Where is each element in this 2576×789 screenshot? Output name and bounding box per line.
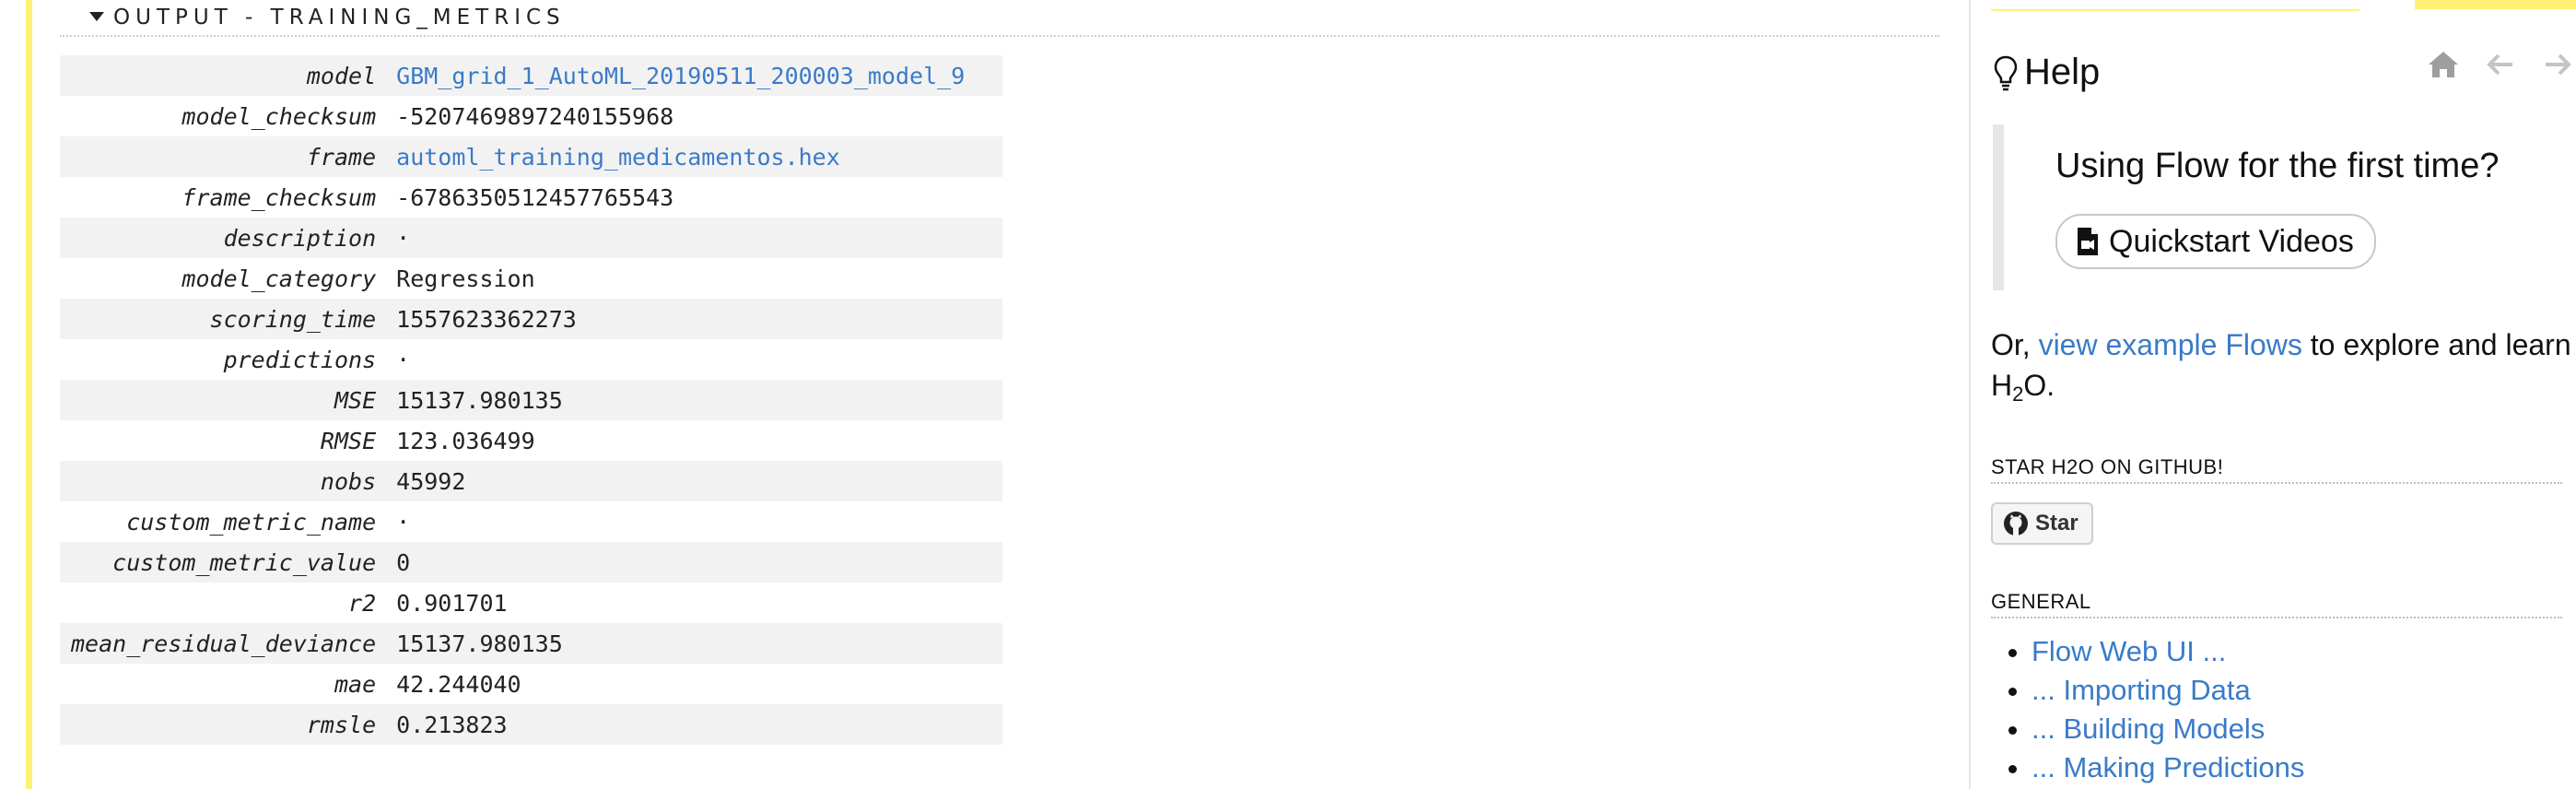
- metric-row: RMSE 123.036499: [60, 420, 1002, 461]
- para-prefix: Or,: [1991, 328, 2039, 361]
- metric-key: model: [60, 55, 397, 96]
- metric-key: mae: [334, 670, 377, 698]
- star-label: Star: [2035, 511, 2078, 536]
- general-link[interactable]: ... Making Predictions: [2032, 751, 2304, 783]
- metric-row: mean_residual_deviance 15137.980135: [60, 623, 1003, 664]
- view-example-flows-link[interactable]: view example Flows: [2039, 328, 2302, 361]
- metric-value: Regression: [396, 265, 535, 292]
- metric-key: scoring_time: [60, 299, 397, 339]
- metric-key: description: [60, 218, 397, 258]
- help-nav: [2425, 46, 2576, 83]
- help-panel: Help Using Flow for the first time? Quic…: [1971, 0, 2576, 789]
- metric-value: 45992: [396, 461, 1003, 501]
- file-video-icon: [2078, 228, 2098, 255]
- metric-row: model GBM_grid_1_AutoML_20190511_200003_m…: [60, 55, 1003, 96]
- metric-value: 42.244040: [396, 670, 521, 698]
- metric-value: 15137.980135: [396, 623, 1003, 664]
- metric-value-link[interactable]: automl_training_medicamentos.hex: [396, 136, 1003, 177]
- metric-row: nobs 45992: [60, 461, 1003, 501]
- metric-key: model_category: [181, 265, 377, 292]
- metric-row: frame automl_training_medicamentos.hex: [60, 136, 1003, 177]
- metric-row: model_checksum -5207469897240155968: [60, 96, 1002, 136]
- general-links-list: Flow Web UI ... ... Importing Data ... Bui…: [1991, 632, 2304, 787]
- general-heading: GENERAL: [1991, 590, 2562, 618]
- first-time-callout: Using Flow for the first time? Quickstar…: [1993, 124, 2575, 290]
- metric-row: frame_checksum -6786350512457765543: [60, 177, 1002, 218]
- metric-row: custom_metric_value 0: [60, 542, 1003, 583]
- metric-key: predictions: [223, 346, 377, 373]
- metric-value-link[interactable]: GBM_grid_1_AutoML_20190511_200003_model_…: [396, 55, 1003, 96]
- active-cell-indicator: [26, 0, 32, 789]
- metric-row: MSE 15137.980135: [60, 380, 1003, 420]
- help-heading: Help: [1993, 52, 2100, 93]
- metric-row: custom_metric_name ·: [60, 501, 1002, 542]
- metrics-table: model GBM_grid_1_AutoML_20190511_200003_m…: [60, 55, 1003, 745]
- metric-key: r2: [348, 589, 377, 617]
- metric-key: rmsle: [60, 704, 397, 745]
- general-link-item: Flow Web UI ...: [2032, 632, 2304, 671]
- github-icon: [2004, 512, 2028, 536]
- metric-key: RMSE: [320, 427, 377, 454]
- home-icon[interactable]: [2425, 46, 2462, 83]
- h2o-sub: 2: [2012, 383, 2024, 406]
- metric-key: custom_metric_name: [126, 508, 377, 536]
- general-link[interactable]: ... Importing Data: [2032, 674, 2251, 706]
- metric-value: 123.036499: [396, 427, 535, 454]
- section-header[interactable]: OUTPUT - TRAINING_METRICS: [60, 0, 1939, 37]
- arrow-right-icon[interactable]: [2539, 46, 2576, 83]
- help-title: Help: [2024, 52, 2101, 92]
- quickstart-videos-button[interactable]: Quickstart Videos: [2055, 214, 2376, 269]
- h2o-h: H: [1991, 369, 2013, 402]
- metric-value: 1557623362273: [396, 299, 1003, 339]
- metric-row: rmsle 0.213823: [60, 704, 1003, 745]
- example-flows-text: Or, view example Flows to explore and le…: [1991, 324, 2571, 415]
- metric-key: MSE: [60, 380, 397, 420]
- star-github-heading: STAR H2O ON GITHUB!: [1991, 455, 2562, 484]
- general-link[interactable]: Flow Web UI ...: [2032, 635, 2226, 667]
- metric-value: -5207469897240155968: [396, 102, 674, 130]
- metric-value: 0: [396, 542, 1003, 583]
- metric-key: frame_checksum: [181, 183, 377, 211]
- metric-value: 15137.980135: [396, 380, 1003, 420]
- general-link[interactable]: ... Building Models: [2032, 712, 2265, 745]
- general-link-item: ... Building Models: [2032, 710, 2304, 748]
- metric-value: ·: [396, 508, 411, 536]
- metric-key: mean_residual_deviance: [60, 623, 397, 664]
- metric-key: frame: [60, 136, 397, 177]
- quickstart-videos-label: Quickstart Videos: [2109, 223, 2354, 259]
- metric-value: ·: [396, 218, 1003, 258]
- section-title: OUTPUT - TRAINING_METRICS: [113, 6, 566, 29]
- metric-value: 0.901701: [396, 589, 508, 617]
- metric-row: r2 0.901701: [60, 583, 1002, 623]
- metric-row: model_category Regression: [60, 258, 1002, 299]
- metric-row: scoring_time 1557623362273: [60, 299, 1003, 339]
- output-cell: OUTPUT - TRAINING_METRICS model GBM_grid_…: [32, 0, 1967, 789]
- first-time-text: Using Flow for the first time?: [2055, 147, 2500, 185]
- para-suffix: to explore and learn: [2301, 328, 2571, 361]
- metric-row: predictions ·: [60, 339, 1002, 380]
- panel-top-accent: [2415, 0, 2576, 9]
- panel-top-border: [1991, 0, 2359, 11]
- github-star-button[interactable]: Star: [1991, 502, 2093, 545]
- metric-row: description ·: [60, 218, 1003, 258]
- metric-key: custom_metric_value: [60, 542, 397, 583]
- general-link-item: ... Making Predictions: [2032, 748, 2304, 787]
- arrow-left-icon[interactable]: [2482, 46, 2519, 83]
- general-link-item: ... Importing Data: [2032, 671, 2304, 710]
- metric-row: mae 42.244040: [60, 664, 1002, 704]
- metric-value: 0.213823: [396, 704, 1003, 745]
- h2o-o: O.: [2023, 369, 2055, 402]
- left-gutter: [0, 0, 26, 789]
- metric-key: nobs: [60, 461, 397, 501]
- lightbulb-icon: [1994, 55, 2018, 90]
- metric-value: -6786350512457765543: [396, 183, 674, 211]
- metric-value: ·: [396, 346, 411, 373]
- caret-down-icon[interactable]: [89, 12, 104, 21]
- metric-key: model_checksum: [181, 102, 377, 130]
